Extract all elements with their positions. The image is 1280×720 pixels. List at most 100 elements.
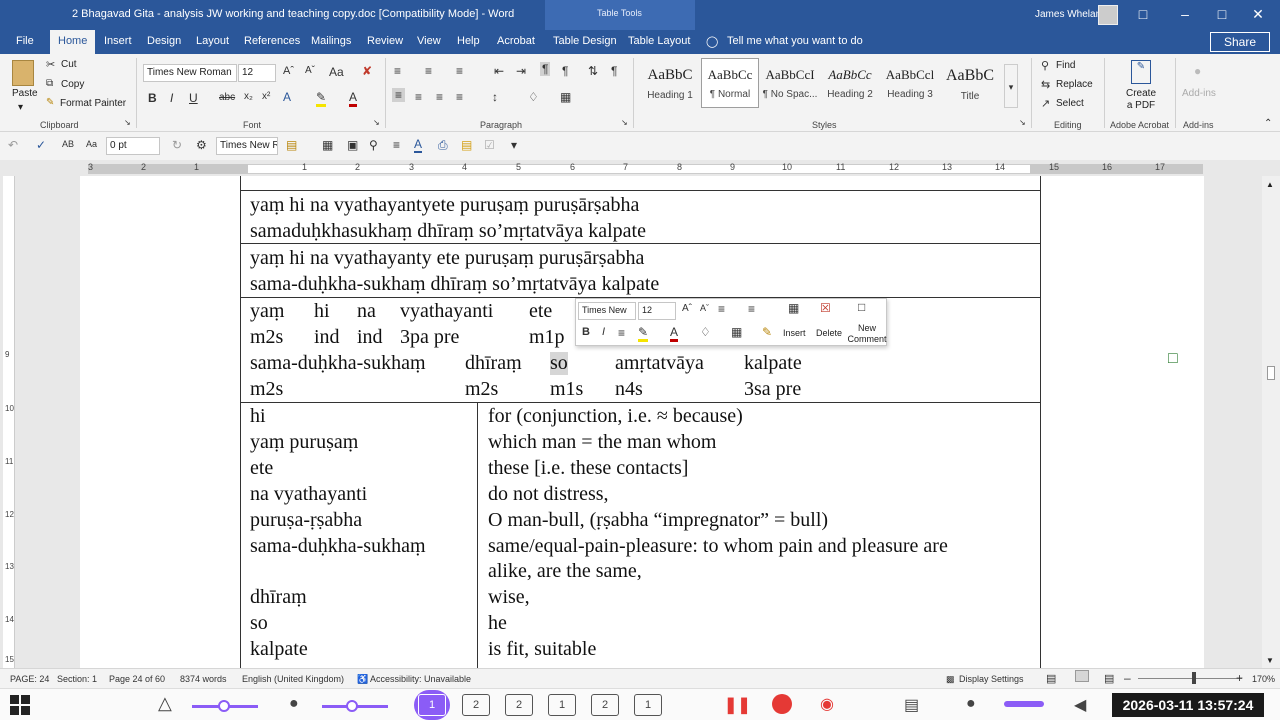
mini-italic-icon[interactable]: I — [602, 326, 605, 338]
qat-customize-icon[interactable]: ▾ — [511, 138, 517, 152]
focus-icon[interactable]: ▤ — [1046, 672, 1056, 685]
tab-insert[interactable]: Insert — [104, 35, 132, 47]
zoom-thumb[interactable] — [1192, 672, 1196, 684]
mini-font-color-icon[interactable]: A — [670, 325, 679, 342]
font-name-combo[interactable]: Times New Roman — [143, 64, 237, 82]
shrink-font-icon[interactable]: Aˇ — [305, 65, 315, 76]
style-no-spacing[interactable]: AaBbCcI ¶ No Spac... — [761, 58, 819, 108]
text-effects-icon[interactable]: A — [283, 90, 291, 104]
font-launcher-icon[interactable]: ↘ — [373, 118, 380, 127]
scroll-thumb[interactable] — [1267, 366, 1275, 380]
align-center-icon[interactable]: ≡ — [415, 90, 422, 104]
grammar-tag[interactable]: n4s — [615, 378, 643, 401]
status-page-of[interactable]: Page 24 of 60 — [109, 674, 165, 684]
mini-shrink-font-icon[interactable]: Aˇ — [700, 303, 709, 313]
word[interactable]: hi — [314, 300, 330, 323]
clear-formatting-icon[interactable]: ✘ — [362, 64, 372, 78]
glossary-definition[interactable]: alike, are the same, — [488, 560, 642, 583]
mini-new-comment-button[interactable]: New Comment — [847, 323, 887, 345]
scroll-down-icon[interactable]: ▼ — [1266, 656, 1274, 665]
word[interactable]: vyathayanti — [400, 300, 493, 323]
minimize-button[interactable]: – — [1175, 4, 1195, 24]
triangle-icon[interactable]: △ — [158, 693, 172, 714]
character-spacing-icon[interactable]: Aa — [86, 139, 97, 149]
grammar-tag[interactable]: m2s — [250, 326, 283, 349]
mini-table-icon[interactable]: ▦ — [788, 301, 799, 315]
qat-font-combo[interactable]: Times New R — [216, 137, 278, 155]
glossary-definition[interactable]: wise, — [488, 586, 530, 609]
sort-icon[interactable]: ⇅ — [588, 64, 598, 78]
glossary-term[interactable]: hi — [250, 405, 266, 428]
selected-word[interactable]: so — [550, 352, 568, 375]
microphone-icon[interactable]: ● — [966, 695, 976, 713]
page-button-label[interactable]: 1 — [418, 694, 446, 716]
ltr-icon[interactable]: ¶ — [540, 62, 551, 76]
check-icon[interactable]: ☑ — [484, 138, 495, 152]
table-icon[interactable]: ▦ — [322, 138, 333, 152]
grammar-tag[interactable]: 3sa pre — [744, 378, 801, 401]
tab-acrobat[interactable]: Acrobat — [497, 35, 535, 47]
pause-icon[interactable]: ❚❚ — [724, 695, 751, 715]
mini-delete-table-icon[interactable]: ☒ — [820, 301, 831, 315]
find-button[interactable]: Find — [1056, 60, 1075, 71]
multilevel-list-icon[interactable]: ≡ — [456, 64, 463, 78]
share-button[interactable]: Share — [1210, 32, 1270, 52]
select-button[interactable]: Select — [1056, 98, 1084, 109]
style-heading-2[interactable]: AaBbCc Heading 2 — [821, 58, 879, 108]
refresh-icon[interactable]: ↻ — [172, 138, 182, 152]
numbering-icon[interactable]: ≡ — [425, 64, 432, 78]
mini-bullets-icon[interactable]: ≡ — [718, 302, 725, 316]
mini-insert-button[interactable]: Insert — [783, 328, 806, 338]
tab-table-layout[interactable]: Table Layout — [628, 35, 690, 47]
glossary-definition[interactable]: he — [488, 612, 507, 635]
restore-button[interactable]: □ — [1212, 4, 1232, 24]
zoom-level[interactable]: 170% — [1252, 674, 1275, 684]
paste-icon[interactable] — [12, 60, 34, 86]
comment-marker-icon[interactable]: □ — [1168, 350, 1178, 368]
spacing-combo[interactable]: 0 pt — [106, 137, 160, 155]
word[interactable]: ete — [529, 300, 552, 323]
glossary-term[interactable]: dhīraṃ — [250, 586, 307, 609]
bold-icon[interactable]: B — [148, 91, 157, 105]
replace-button[interactable]: Replace — [1056, 79, 1093, 90]
mini-size-combo[interactable]: 12 — [638, 302, 676, 320]
justify-icon[interactable]: ≡ — [456, 90, 463, 104]
status-words[interactable]: 8374 words — [180, 674, 227, 684]
mini-highlight-icon[interactable]: ✎ — [638, 325, 649, 342]
style-heading-3[interactable]: AaBbCcl Heading 3 — [881, 58, 939, 108]
tab-file[interactable]: File — [16, 35, 34, 47]
folder-taskbar-icon[interactable]: ▤ — [904, 695, 919, 715]
status-language[interactable]: English (United Kingdom) — [242, 674, 344, 684]
glossary-definition[interactable]: is fit, suitable — [488, 638, 596, 661]
format-painter-button[interactable]: Format Painter — [60, 98, 126, 109]
glossary-definition[interactable]: which man = the man whom — [488, 431, 716, 454]
mini-format-painter-icon[interactable]: ✎ — [762, 325, 772, 339]
tab-review[interactable]: Review — [367, 35, 403, 47]
font-color-icon[interactable]: A — [349, 90, 358, 107]
display-settings-button[interactable]: Display Settings — [959, 674, 1024, 684]
glossary-definition[interactable]: do not distress, — [488, 483, 609, 506]
cut-button[interactable]: Cut — [61, 59, 77, 70]
tab-help[interactable]: Help — [457, 35, 480, 47]
grammar-tag[interactable]: m2s — [250, 378, 283, 401]
glossary-definition[interactable]: same/equal-pain-pleasure: to whom pain a… — [488, 535, 948, 558]
font-color-small-icon[interactable]: A — [414, 137, 423, 153]
tab-layout[interactable]: Layout — [196, 35, 229, 47]
page-button[interactable]: 1 — [634, 694, 662, 716]
glossary-definition[interactable]: for (conjunction, i.e. ≈ because) — [488, 405, 743, 428]
style-title[interactable]: AaBbC Title — [941, 58, 999, 108]
mini-grow-font-icon[interactable]: Aˆ — [682, 303, 692, 314]
zoom-out-icon[interactable]: – — [1124, 671, 1131, 685]
grammar-tag[interactable]: ind — [314, 326, 340, 349]
grammar-tag[interactable]: m2s — [465, 378, 498, 401]
italic-icon[interactable]: I — [170, 91, 173, 105]
mini-bold-icon[interactable]: B — [582, 326, 590, 338]
close-button[interactable]: ✕ — [1248, 4, 1268, 24]
ribbon-display-icon[interactable]: □ — [1133, 4, 1153, 24]
collapse-ribbon-icon[interactable]: ⌃ — [1264, 118, 1272, 129]
decrease-indent-icon[interactable]: ⇤ — [494, 64, 504, 78]
glossary-term[interactable]: so — [250, 612, 268, 635]
scroll-up-icon[interactable]: ▲ — [1266, 180, 1274, 189]
slider-thumb[interactable] — [346, 700, 358, 712]
folder-icon[interactable]: ▤ — [461, 138, 472, 152]
